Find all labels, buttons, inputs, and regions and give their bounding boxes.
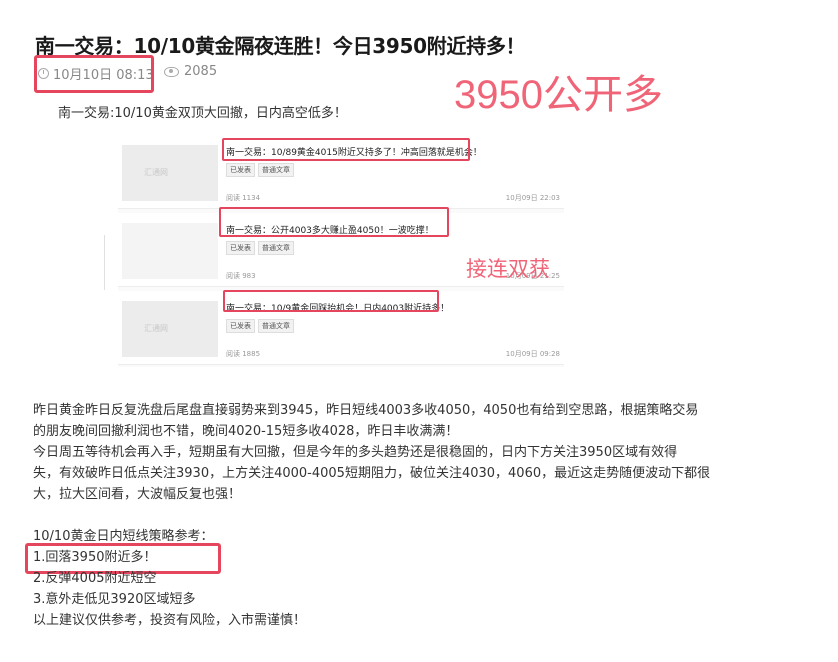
body-line: 的朋友晚间回撤利润也不错，晚间4020-15短多收4028，昨日丰收满满！ [33,424,459,439]
card-highlight-box [219,207,449,237]
disclaimer: 以上建议仅供参考，投资有风险，入市需谨慎！ [33,613,307,628]
status-badge: 已发表 [226,241,255,255]
article-thumbnail [122,223,218,279]
body-line: 失，有效破昨日低点关注3930，上方关注4000-4005短期阻力，破位关注40… [33,466,711,481]
status-badge: 已发表 [226,319,255,333]
body-line: 昨日黄金昨日反复洗盘后尾盘直接弱势来到3945，昨日短线4003多收4050，4… [33,403,699,418]
publish-date: 10月09日 09:28 [505,350,560,358]
annotation-cards-note: 接连双获 [466,257,550,281]
status-badge: 已发表 [226,163,255,177]
view-count-text: 2085 [184,64,218,79]
thumbnail-label: 汇通网 [144,168,168,177]
article-thumbnail: 汇通网 [122,145,218,201]
view-count: 2085 [164,64,217,79]
body-line: 今日周五等待机会再入手，短期虽有大回撤，但是今年的多头趋势还是很稳固的，日内下方… [33,445,678,460]
date-highlight-box [34,55,154,93]
read-count: 阅读 1885 [226,350,261,358]
article-intro: 南一交易:10/10黄金双顶大回撤，日内高空低多！ [58,106,347,121]
strategy-item: 3.意外走低见3920区域短多 [33,592,196,607]
annotation-headline-note: 3950公开多 [454,73,663,117]
type-badge: 普通文章 [258,319,294,333]
read-count: 阅读 1134 [226,194,261,202]
type-badge: 普通文章 [258,241,294,255]
body-line: 大，拉大区间看，大波幅反复也强！ [33,487,242,502]
card-highlight-box [222,138,470,161]
divider [104,235,105,290]
publish-date: 10月09日 22:03 [505,194,560,202]
thumbnail-label: 汇通网 [144,324,168,333]
card-highlight-box [223,290,439,312]
article-thumbnail: 汇通网 [122,301,218,357]
read-count: 阅读 983 [226,272,256,280]
related-articles-panel: 汇通网 南一交易：10/89黄金4015附近又持多了！冲高回落就是机会！ 已发表… [118,135,564,367]
type-badge: 普通文章 [258,163,294,177]
eye-icon [164,66,179,77]
strategy-item: 2.反弹4005附近短空 [33,571,157,586]
